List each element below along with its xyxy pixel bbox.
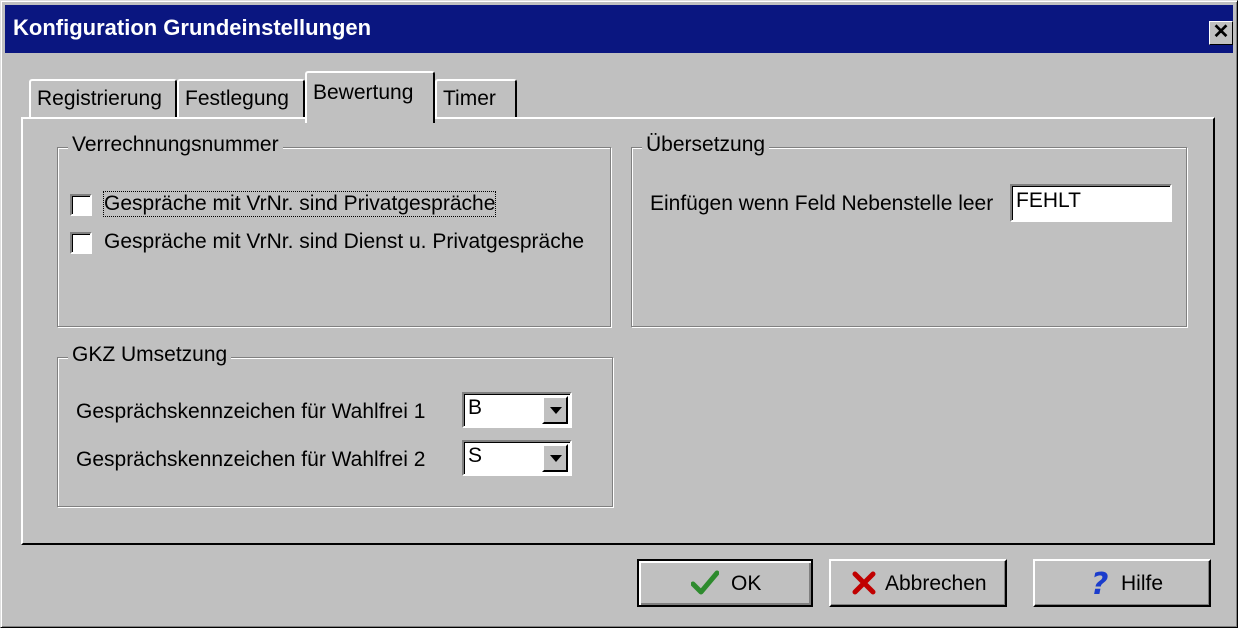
dienst-privatgespraeche-checkbox[interactable] (70, 232, 92, 254)
ok-label: OK (731, 572, 762, 595)
privatgespraeche-checkbox[interactable] (70, 194, 92, 216)
ok-button[interactable]: OK (637, 559, 813, 607)
nebenstelle-field[interactable]: FEHLT (1010, 184, 1172, 222)
privatgespraeche-label[interactable]: Gespräche mit VrNr. sind Privatgespräche (102, 191, 497, 217)
group-legend: Verrechnungsnummer (68, 133, 283, 157)
close-icon: ✕ (1212, 21, 1230, 43)
select-value: S (468, 444, 483, 467)
question-icon: ? (1089, 567, 1113, 605)
close-button[interactable]: ✕ (1209, 21, 1233, 45)
select-value: B (468, 396, 483, 419)
help-button[interactable]: ? Hilfe (1033, 559, 1211, 607)
verrechnungsnummer-group: Verrechnungsnummer Gespräche mit VrNr. s… (57, 133, 611, 327)
checkmark-icon (690, 570, 720, 602)
tab-panel-bewertung: Verrechnungsnummer Gespräche mit VrNr. s… (21, 117, 1215, 545)
help-label: Hilfe (1121, 572, 1164, 595)
cancel-button[interactable]: Abbrechen (829, 559, 1007, 607)
wahlfrei2-label: Gesprächskennzeichen für Wahlfrei 2 (76, 448, 426, 471)
tab-timer[interactable]: Timer (435, 79, 517, 119)
tab-festlegung[interactable]: Festlegung (177, 79, 305, 119)
wahlfrei2-select[interactable]: S (462, 440, 572, 476)
x-icon (851, 570, 877, 602)
group-legend: Übersetzung (642, 133, 770, 157)
chevron-down-icon[interactable] (542, 444, 568, 472)
tab-bewertung[interactable]: Bewertung (305, 71, 435, 123)
dialog-window: Konfiguration Grundeinstellungen ✕ Regis… (0, 0, 1238, 628)
uebersetzung-group: Übersetzung Einfügen wenn Feld Nebenstel… (631, 133, 1187, 327)
window-title: Konfiguration Grundeinstellungen (13, 15, 372, 40)
title-bar[interactable]: Konfiguration Grundeinstellungen ✕ (5, 5, 1233, 53)
tab-registrierung[interactable]: Registrierung (29, 79, 177, 119)
wahlfrei1-label: Gesprächskennzeichen für Wahlfrei 1 (76, 400, 426, 423)
tab-label: Timer (443, 87, 496, 110)
wahlfrei1-select[interactable]: B (462, 392, 572, 428)
dienst-privatgespraeche-label[interactable]: Gespräche mit VrNr. sind Dienst u. Priva… (104, 230, 584, 254)
svg-text:?: ? (1091, 567, 1108, 599)
chevron-down-icon[interactable] (542, 396, 568, 424)
tab-label: Bewertung (313, 81, 414, 104)
tab-label: Registrierung (37, 87, 162, 110)
tab-label: Festlegung (185, 87, 289, 110)
nebenstelle-label: Einfügen wenn Feld Nebenstelle leer (650, 192, 994, 215)
group-legend: GKZ Umsetzung (68, 343, 232, 367)
cancel-label: Abbrechen (885, 572, 987, 595)
gkz-umsetzung-group: GKZ Umsetzung Gesprächskennzeichen für W… (57, 343, 613, 507)
